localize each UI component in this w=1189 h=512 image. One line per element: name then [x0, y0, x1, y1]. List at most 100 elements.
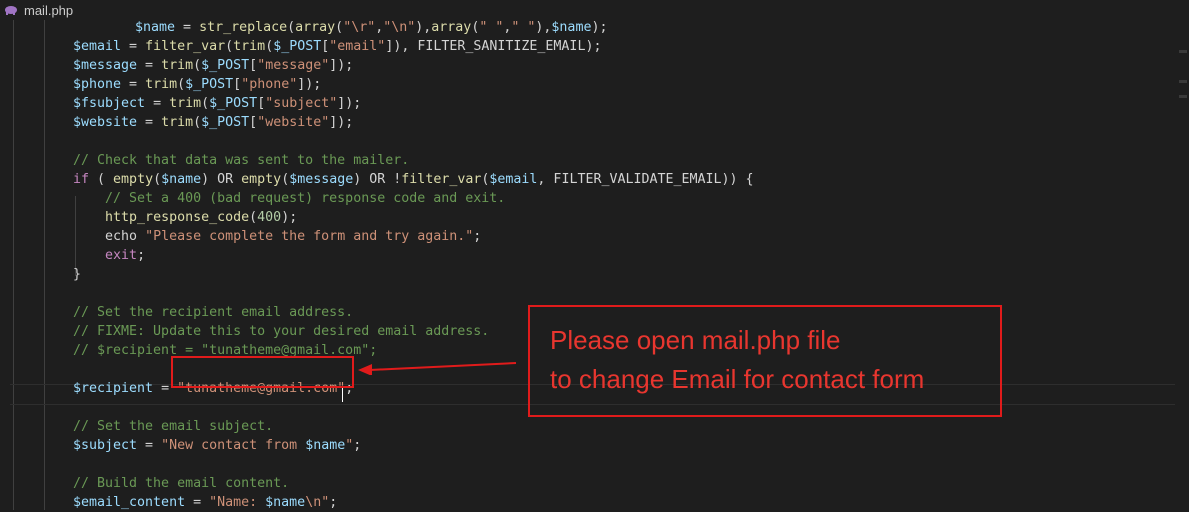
code-line: $email_content = "Name: $name\n"; — [73, 493, 337, 512]
code-token: trim — [161, 58, 194, 73]
annotation-arrow — [358, 362, 517, 375]
code-token: $email — [73, 39, 122, 54]
code-token: ( — [287, 20, 296, 35]
code-token: = — [121, 77, 146, 92]
code-line: } — [73, 265, 81, 284]
code-line: $phone = trim($_POST["phone"]); — [73, 75, 321, 94]
code-token: ]); — [337, 96, 362, 111]
scroll-marker — [1179, 80, 1187, 83]
code-token: ( — [89, 172, 114, 187]
vertical-scrollbar[interactable] — [1175, 20, 1189, 510]
code-token: trim — [169, 96, 202, 111]
code-token: ); — [591, 20, 608, 35]
code-token: empty — [241, 172, 282, 187]
code-line: // Set the email subject. — [73, 417, 273, 436]
scroll-marker — [1179, 95, 1187, 98]
code-token: if — [73, 172, 90, 187]
code-token: $message — [289, 172, 354, 187]
code-line: $fsubject = trim($_POST["subject"]); — [73, 94, 361, 113]
code-token: $name — [551, 20, 592, 35]
code-token: // Set a 400 (bad request) response code… — [73, 191, 506, 206]
php-elephant-icon — [5, 6, 17, 15]
code-token: "New contact from — [161, 438, 306, 453]
code-line: // Build the email content. — [73, 474, 289, 493]
code-token: $website — [73, 115, 138, 130]
code-editor[interactable]: $name = str_replace(array("\r","\n"),arr… — [0, 20, 1189, 510]
code-token: str_replace — [199, 20, 288, 35]
code-token: $name — [305, 438, 346, 453]
indent-guide — [44, 20, 45, 510]
code-token: ( — [193, 115, 202, 130]
code-line: $message = trim($_POST["message"]); — [73, 56, 353, 75]
code-token: $_POST — [185, 77, 234, 92]
code-token: trim — [161, 115, 194, 130]
code-token: ( — [201, 96, 210, 111]
code-token: [ — [257, 96, 266, 111]
code-line: $name = str_replace(array("\r","\n"),arr… — [135, 18, 607, 37]
code-token: // Set the recipient email address. — [73, 305, 354, 320]
code-token: [ — [233, 77, 242, 92]
code-token: = — [175, 20, 200, 35]
code-token: $name — [265, 495, 306, 510]
code-token: filter_var — [401, 172, 482, 187]
code-token: ) OR — [201, 172, 242, 187]
code-token: ), — [535, 20, 552, 35]
code-token: = — [121, 39, 146, 54]
code-token: $subject — [73, 438, 138, 453]
code-line: // Set a 400 (bad request) response code… — [73, 189, 505, 208]
code-token: array — [295, 20, 336, 35]
code-token: ]); — [329, 115, 354, 130]
code-token: [ — [249, 115, 258, 130]
code-token: ( — [335, 20, 344, 35]
code-token: ); — [281, 210, 298, 225]
code-token: ( — [249, 210, 258, 225]
annotation-note-box: Please open mail.php file to change Emai… — [528, 305, 1002, 417]
code-token: ( — [265, 39, 274, 54]
code-token: $message — [73, 58, 138, 73]
code-token: ( — [177, 77, 186, 92]
code-token: trim — [233, 39, 266, 54]
code-line: $subject = "New contact from $name"; — [73, 436, 361, 455]
code-line: $email = filter_var(trim($_POST["email"]… — [73, 37, 601, 56]
tab-filename: mail.php — [24, 2, 74, 18]
code-token: ]); — [297, 77, 322, 92]
code-token: echo — [73, 229, 146, 244]
code-token: = — [137, 115, 162, 130]
annotation-line-1: Please open mail.php file — [550, 325, 841, 355]
code-token: filter_var — [145, 39, 226, 54]
code-token: exit — [105, 248, 138, 263]
code-line: if ( empty($name) OR empty($message) OR … — [73, 170, 754, 189]
code-token: "email" — [329, 39, 386, 54]
code-token: $fsubject — [73, 96, 146, 111]
code-token: // FIXME: Update this to your desired em… — [73, 324, 490, 339]
code-token: [ — [249, 58, 258, 73]
code-token: $_POST — [201, 58, 250, 73]
code-token: $name — [161, 172, 202, 187]
code-token: } — [73, 267, 82, 282]
code-token: $email_content — [73, 495, 186, 510]
code-token: "message" — [257, 58, 330, 73]
code-line: // Check that data was sent to the maile… — [73, 151, 409, 170]
annotation-line-2: to change Email for contact form — [550, 364, 925, 394]
code-token: $_POST — [201, 115, 250, 130]
indent-guide — [13, 20, 14, 510]
code-token: "\r" — [343, 20, 376, 35]
code-token: "\n" — [383, 20, 416, 35]
code-token: , FILTER_VALIDATE_EMAIL)) { — [537, 172, 754, 187]
text-cursor — [342, 386, 343, 402]
code-token: $recipient — [73, 381, 154, 396]
code-token: $name — [135, 20, 176, 35]
code-line: // FIXME: Update this to your desired em… — [73, 322, 489, 341]
code-token: $phone — [73, 77, 122, 92]
tab-mail-php[interactable]: mail.php — [4, 0, 73, 20]
code-token: "subject" — [265, 96, 338, 111]
code-token: http_response_code — [105, 210, 250, 225]
code-line: http_response_code(400); — [73, 208, 297, 227]
code-token: // Check that data was sent to the maile… — [73, 153, 410, 168]
code-token: "Please complete the form and try again.… — [145, 229, 474, 244]
code-token: ]); — [329, 58, 354, 73]
code-token: \n" — [305, 495, 330, 510]
code-token: ), — [415, 20, 432, 35]
